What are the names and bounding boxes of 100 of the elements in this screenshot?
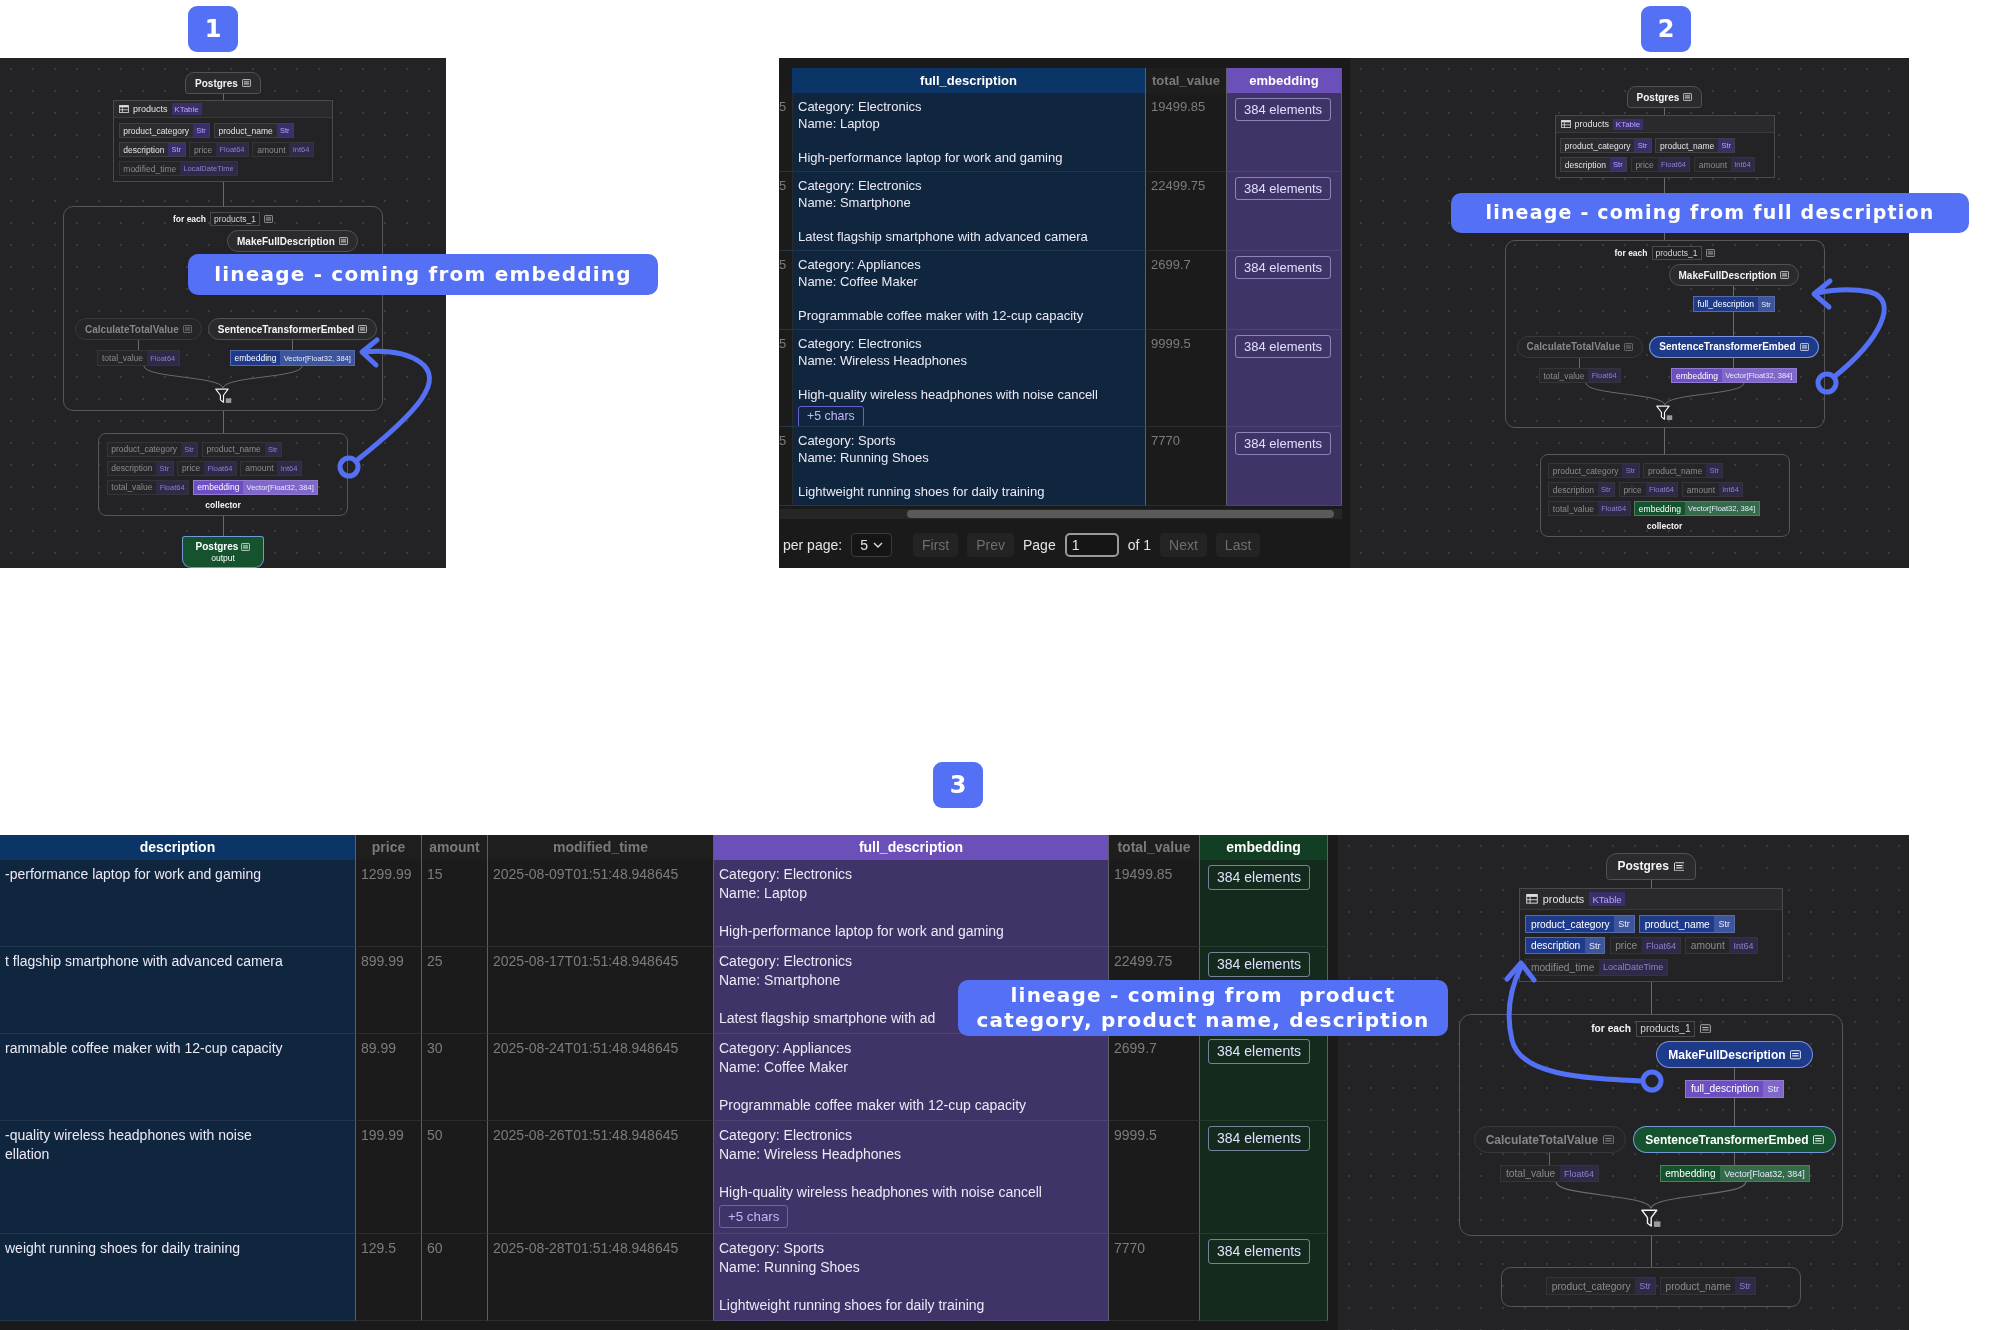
table-cell: 2025-08-24T01:51:48.948645 <box>488 1034 714 1121</box>
type-badge: Str <box>1714 916 1734 932</box>
elements-button[interactable]: 384 elements <box>1235 335 1332 358</box>
field-name: product_category <box>110 443 178 456</box>
table-cell: 9999.5 <box>1109 1121 1200 1235</box>
column-header[interactable]: full_description <box>714 835 1109 860</box>
collector-node[interactable]: product_category Str product_name Str <box>1501 1267 1801 1308</box>
cell-text: Name: Smartphone <box>719 971 841 990</box>
table-node[interactable]: products KTable product_category Str product_name Str description Str price Float64 amount Int64 modified_time LocalDateTime <box>1519 888 1783 983</box>
source-node[interactable]: Postgres <box>1605 853 1697 880</box>
foreach-label: for each <box>1614 248 1648 259</box>
table-cell: 25 <box>422 947 488 1034</box>
table-cell: 19499.85 <box>1146 93 1227 172</box>
cut-cell-text: 5 <box>779 251 793 329</box>
cell-text: Category: Electronics <box>719 1126 853 1145</box>
table-cell: 2025-08-26T01:51:48.948645 <box>488 1121 714 1235</box>
cut-cell-text: 5 <box>779 93 793 171</box>
page-input[interactable]: 1 <box>1064 533 1119 557</box>
document-icon <box>1705 249 1715 258</box>
field-name: full_description <box>1696 298 1756 311</box>
cell-text: Category: Electronics <box>798 98 922 115</box>
node-label: MakeFullDescription <box>1678 269 1777 281</box>
node-label: SentenceTransformerEmbed <box>1645 1132 1809 1147</box>
table-name: products <box>133 104 168 115</box>
node-sublabel: output <box>211 553 235 563</box>
operation-node[interactable]: CalculateTotalValue <box>75 318 202 341</box>
operation-node[interactable]: MakeFullDescription <box>227 230 358 253</box>
elements-button[interactable]: 384 elements <box>1208 1239 1311 1265</box>
node-label: Postgres <box>195 77 238 89</box>
page-size-select[interactable]: 5 <box>851 533 892 557</box>
field-name: product_name <box>1646 464 1704 478</box>
field-name: full_description <box>1689 1082 1760 1097</box>
table-cell: 50 <box>422 1121 488 1235</box>
node-label: SentenceTransformerEmbed <box>1659 341 1796 353</box>
node-label: Postgres <box>195 541 251 552</box>
cell-text: Programmable coffee maker with 12-cup capacity <box>719 1096 1027 1115</box>
lineage-callout: lineage - coming from product category, product name, description <box>958 980 1448 1036</box>
table-cell: 60 <box>422 1234 488 1322</box>
elements-button[interactable]: 384 elements <box>1208 865 1311 890</box>
field-name: product_name <box>205 443 262 456</box>
cell-text: Name: Wireless Headphones <box>719 1145 902 1164</box>
table-cell: 1299.99 <box>356 860 422 947</box>
column-header[interactable]: price <box>356 835 422 860</box>
field-name: product_name <box>1643 917 1711 932</box>
operation-node[interactable]: SentenceTransformerEmbed <box>207 318 377 341</box>
document-icon <box>1673 861 1685 872</box>
step-badge: 1 <box>188 6 238 52</box>
table-cell: 19499.85 <box>1109 860 1200 947</box>
table-name: products <box>1574 119 1610 130</box>
lineage-callout: lineage - coming from embedding <box>188 254 658 295</box>
table-cell: 899.99 <box>356 947 422 1034</box>
node-label: SentenceTransformerEmbed <box>217 323 354 335</box>
field-name: product_name <box>1664 1279 1732 1294</box>
cell-text: Category: Sports <box>719 1239 825 1259</box>
field-name: amount <box>1685 483 1717 497</box>
column-header[interactable]: total_value <box>1146 68 1227 93</box>
column-header[interactable]: amount <box>422 835 488 860</box>
target-node[interactable]: Postgres output <box>181 536 265 568</box>
scrollbar[interactable] <box>779 509 1342 519</box>
funnel-icon <box>1656 405 1673 422</box>
operation-node[interactable]: SentenceTransformerEmbed <box>1633 1126 1836 1154</box>
operation-node[interactable]: MakeFullDescription <box>1656 1041 1813 1069</box>
field-name: embedding <box>1674 369 1719 383</box>
column-header[interactable]: description <box>0 835 356 860</box>
field-name: price <box>1634 158 1655 172</box>
operation-node[interactable]: CalculateTotalValue <box>1473 1126 1626 1154</box>
elements-button[interactable]: 384 elements <box>1235 256 1332 279</box>
document-icon <box>241 542 251 551</box>
document-icon <box>182 325 192 334</box>
source-node[interactable]: Postgres <box>185 72 261 94</box>
field-name: product_category <box>1563 139 1632 153</box>
operation-node[interactable]: MakeFullDescription <box>1668 264 1800 287</box>
table-cell: 2699.7 <box>1146 251 1227 330</box>
type-badge: Str <box>1763 1081 1784 1097</box>
elements-button[interactable]: 384 elements <box>1208 952 1311 977</box>
chevron-down-icon <box>872 541 883 549</box>
elements-button[interactable]: 384 elements <box>1235 98 1332 121</box>
source-node[interactable]: Postgres <box>1626 86 1703 108</box>
column-header[interactable]: full_description <box>792 68 1146 93</box>
column-header[interactable]: embedding <box>1200 835 1328 860</box>
field-name: embedding <box>233 352 278 365</box>
document-icon <box>338 237 348 246</box>
more-chars-button[interactable]: +5 chars <box>719 1205 789 1229</box>
document-icon <box>1700 1023 1711 1034</box>
column-header[interactable]: embedding <box>1227 68 1342 93</box>
cell-text: -quality wireless headphones with noise <box>5 1126 252 1145</box>
type-badge: Str <box>1735 1278 1755 1294</box>
column-header[interactable]: modified_time <box>488 835 714 860</box>
cell-text: Latest flagship smartphone with ad <box>719 1009 936 1028</box>
operation-node[interactable]: SentenceTransformerEmbed <box>1649 335 1819 358</box>
document-icon <box>1790 1049 1802 1060</box>
column-header[interactable]: total_value <box>1109 835 1200 860</box>
document-icon <box>1624 342 1634 351</box>
page-label: Page <box>1023 537 1056 553</box>
elements-button[interactable]: 384 elements <box>1235 177 1332 200</box>
elements-button[interactable]: 384 elements <box>1235 432 1332 455</box>
elements-button[interactable]: 384 elements <box>1208 1039 1311 1064</box>
elements-button[interactable]: 384 elements <box>1208 1126 1311 1151</box>
operation-node[interactable]: CalculateTotalValue <box>1516 335 1644 358</box>
cell-text: Name: Running Shoes <box>719 1258 860 1278</box>
